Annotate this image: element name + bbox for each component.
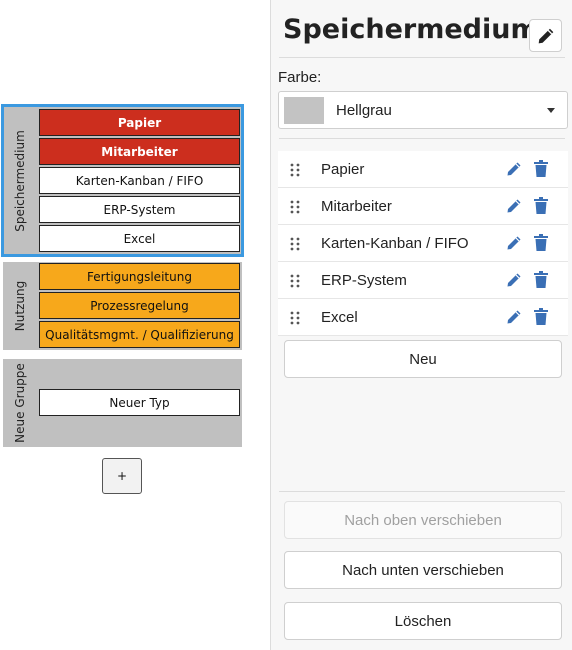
group-canvas: Speichermedium Papier Mitarbeiter Karten… bbox=[0, 0, 270, 650]
add-group-button[interactable]: + bbox=[102, 458, 142, 494]
pencil-icon[interactable] bbox=[506, 309, 522, 325]
color-swatch bbox=[284, 97, 324, 124]
type-box-fertigungsleitung[interactable]: Fertigungsleitung bbox=[39, 263, 240, 290]
group-nutzung[interactable]: Nutzung Fertigungsleitung Prozessregelun… bbox=[3, 262, 242, 350]
type-list: Papier Mitarbeiter Karten-Kanban / FIFO … bbox=[278, 151, 568, 336]
pencil-icon[interactable] bbox=[506, 235, 522, 251]
drag-handle-icon[interactable] bbox=[290, 311, 300, 325]
group-speichermedium[interactable]: Speichermedium Papier Mitarbeiter Karten… bbox=[1, 104, 244, 257]
trash-icon[interactable] bbox=[533, 308, 549, 326]
trash-icon[interactable] bbox=[533, 197, 549, 215]
type-box-neuer-typ[interactable]: Neuer Typ bbox=[39, 389, 240, 416]
type-box-prozessregelung[interactable]: Prozessregelung bbox=[39, 292, 240, 319]
drag-handle-icon[interactable] bbox=[290, 200, 300, 214]
caret-down-icon bbox=[547, 108, 555, 113]
type-box-excel[interactable]: Excel bbox=[39, 225, 240, 252]
group-label: Nutzung bbox=[3, 262, 37, 350]
color-dropdown[interactable]: Hellgrau bbox=[278, 91, 568, 129]
move-up-button[interactable]: Nach oben verschieben bbox=[284, 501, 562, 539]
type-row-erp-system[interactable]: ERP-System bbox=[278, 262, 568, 299]
divider bbox=[279, 57, 565, 58]
divider bbox=[279, 491, 565, 492]
type-row-label: Excel bbox=[321, 309, 358, 326]
trash-icon[interactable] bbox=[533, 271, 549, 289]
type-box-karten-kanban[interactable]: Karten-Kanban / FIFO bbox=[39, 167, 240, 194]
group-label: Neue Gruppe bbox=[3, 359, 37, 447]
new-type-button[interactable]: Neu bbox=[284, 340, 562, 378]
group-title: Speichermedium bbox=[13, 129, 28, 232]
type-row-mitarbeiter[interactable]: Mitarbeiter bbox=[278, 188, 568, 225]
type-box-mitarbeiter[interactable]: Mitarbeiter bbox=[39, 138, 240, 165]
type-row-label: Papier bbox=[321, 161, 365, 178]
group-label: Speichermedium bbox=[3, 106, 37, 255]
type-box-papier[interactable]: Papier bbox=[39, 109, 240, 136]
edit-title-button[interactable] bbox=[529, 19, 562, 52]
type-row-karten-kanban[interactable]: Karten-Kanban / FIFO bbox=[278, 225, 568, 262]
group-title: Neue Gruppe bbox=[13, 363, 27, 443]
trash-icon[interactable] bbox=[533, 160, 549, 178]
type-row-papier[interactable]: Papier bbox=[278, 151, 568, 188]
delete-group-button[interactable]: Löschen bbox=[284, 602, 562, 640]
group-neue-gruppe[interactable]: Neue Gruppe Neuer Typ bbox=[3, 359, 242, 447]
pencil-icon[interactable] bbox=[506, 272, 522, 288]
type-row-label: ERP-System bbox=[321, 272, 407, 289]
type-row-excel[interactable]: Excel bbox=[278, 299, 568, 336]
drag-handle-icon[interactable] bbox=[290, 237, 300, 251]
type-row-label: Mitarbeiter bbox=[321, 198, 392, 215]
group-title: Nutzung bbox=[13, 280, 28, 332]
pencil-icon[interactable] bbox=[506, 161, 522, 177]
move-down-button[interactable]: Nach unten verschieben bbox=[284, 551, 562, 589]
drag-handle-icon[interactable] bbox=[290, 274, 300, 288]
properties-panel: Speichermedium Farbe: Hellgrau Papier Mi… bbox=[270, 0, 572, 650]
color-value: Hellgrau bbox=[336, 102, 392, 119]
drag-handle-icon[interactable] bbox=[290, 163, 300, 177]
type-box-erp-system[interactable]: ERP-System bbox=[39, 196, 240, 223]
trash-icon[interactable] bbox=[533, 234, 549, 252]
pencil-icon[interactable] bbox=[506, 198, 522, 214]
panel-title: Speichermedium bbox=[283, 14, 539, 45]
divider bbox=[279, 138, 565, 139]
color-label: Farbe: bbox=[278, 69, 322, 86]
type-row-label: Karten-Kanban / FIFO bbox=[321, 235, 469, 252]
pencil-icon bbox=[538, 28, 553, 43]
type-box-qualitaetsmgmt[interactable]: Qualitätsmgmt. / Qualifizierung bbox=[39, 321, 240, 348]
